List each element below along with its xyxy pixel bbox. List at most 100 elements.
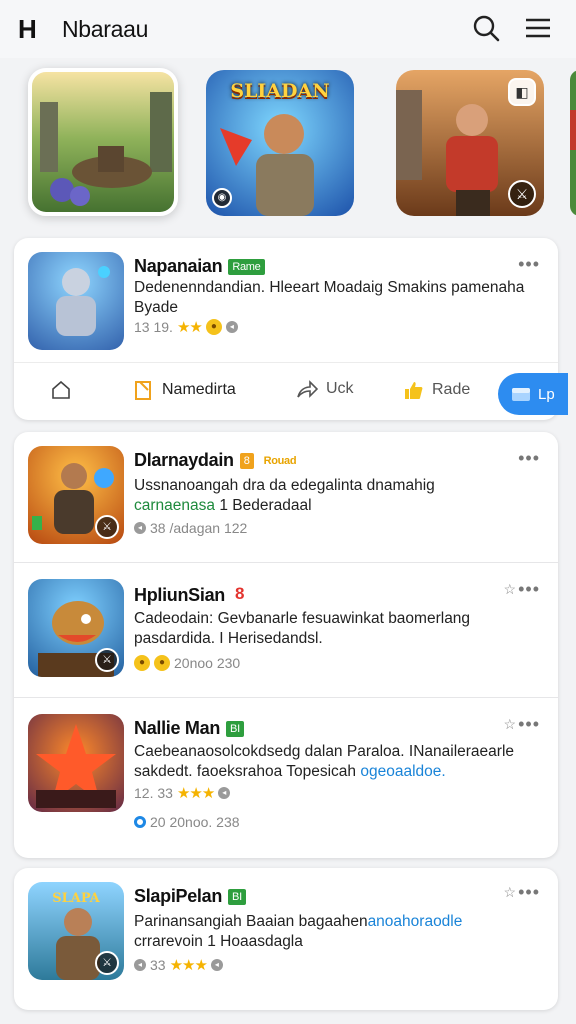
meta-text: 38 /adagan 122 — [150, 520, 248, 536]
desc-highlight: carnaenasa — [134, 497, 216, 514]
info-icon: ◂ — [134, 522, 146, 534]
package-icon — [512, 388, 530, 401]
meta-text: 12. 33 — [134, 785, 173, 801]
app-logo[interactable]: H — [18, 14, 37, 45]
hero-card-partial[interactable] — [570, 70, 576, 216]
app-name[interactable]: Nallie Man BI — [134, 718, 244, 739]
action-bar: Namedirta Uck Rade Lp — [14, 362, 568, 420]
app-name[interactable]: HpliunSian 8 — [134, 585, 248, 606]
app-thumbnail[interactable]: SLAPA ⚔ — [28, 882, 124, 980]
featured-app-card[interactable]: Napanaian Rame Dedenenndandian. Hleeart M… — [14, 238, 568, 420]
app-name[interactable]: SlapiPelan BI — [134, 886, 246, 907]
share-action[interactable]: Uck — [296, 379, 354, 399]
desc-line-2: pasdardida. I Herisedandsl. — [134, 630, 323, 647]
more-icon[interactable]: ••• — [518, 579, 540, 600]
edit-note-icon — [135, 381, 151, 400]
info-icon: ◂ — [134, 959, 146, 971]
name-action[interactable]: Namedirta — [134, 379, 236, 401]
app-tag-label: Rouad — [263, 455, 297, 467]
app-description: Dedenenndandian. Hleeart Moadaig Smakins… — [134, 279, 525, 316]
app-tag: 8 — [239, 453, 254, 469]
favorite-icon[interactable]: ☆ — [503, 581, 516, 598]
emoji-icon: ● — [154, 655, 170, 671]
hero-title: SLIADAN — [230, 80, 330, 102]
app-thumbnail[interactable]: ⚔ — [28, 446, 124, 544]
desc-line: Parinansangiah Baaian bagaahen — [134, 913, 368, 930]
game-badge-icon: ⚔ — [95, 951, 119, 975]
status-icon — [134, 816, 146, 828]
top-bar: H Nbaraau — [0, 0, 576, 58]
home-icon — [52, 380, 70, 399]
thumbs-up-icon — [405, 382, 423, 399]
rating-stars: ★★★ — [169, 957, 208, 974]
desc-line: Caebeanaosolcokdsedg dalan Paraloa. INan… — [134, 743, 515, 760]
rating-stars: ★★★ — [176, 785, 215, 802]
emoji-icon: ● — [134, 655, 150, 671]
emoji-icon: ● — [205, 319, 222, 335]
app-tag: BI — [228, 889, 246, 905]
app-description: Ussnanoangah dra da edegalinta dnamahig … — [134, 476, 534, 516]
app-name[interactable]: Napanaian Rame — [134, 256, 265, 277]
app-name-text: Dlarnaydain — [134, 450, 234, 470]
name-action-label: Namedirta — [162, 381, 236, 398]
app-name-text: SlapiPelan — [134, 886, 223, 906]
hero-card-fantasy-landscape[interactable] — [28, 68, 178, 216]
app-card[interactable]: SLAPA ⚔ SlapiPelan BI Parinansangiah Baai… — [14, 868, 558, 1010]
game-badge-icon: ◉ — [212, 188, 232, 208]
info-icon: ◂ — [218, 787, 231, 799]
meta-text: 20 20noo. 238 — [150, 814, 240, 830]
svg-text:SLAPA: SLAPA — [52, 891, 100, 906]
hero-card-warrior[interactable]: SLIADAN ◉ — [206, 70, 354, 216]
primary-action-button[interactable]: Lp — [498, 373, 568, 415]
app-thumbnail[interactable]: ⚔ — [28, 579, 124, 677]
favorite-icon[interactable]: ☆ — [503, 884, 516, 901]
hero-card-red-warrior[interactable]: ◧ ⚔ — [396, 70, 544, 216]
list-item[interactable]: ⚔ Dlarnaydain 8 Rouad Ussnanoangah dra da … — [14, 432, 558, 562]
info-icon: ◂ — [225, 321, 238, 333]
app-meta: ● ● 20noo 230 — [134, 655, 240, 671]
meta-text: 33 — [150, 957, 166, 973]
game-badge-icon: ⚔ — [95, 648, 119, 672]
app-thumbnail[interactable] — [28, 252, 124, 350]
share-action-label: Uck — [326, 380, 354, 397]
app-name[interactable]: Dlarnaydain 8 Rouad — [134, 450, 300, 471]
app-thumbnail[interactable] — [28, 714, 124, 812]
info-icon: ◂ — [210, 959, 223, 971]
desc-tail: 1 Bederadaal — [215, 497, 312, 514]
desc-link[interactable]: ogeoaaldoe. — [360, 763, 445, 780]
more-icon[interactable]: ••• — [518, 714, 540, 735]
search-icon[interactable] — [470, 12, 502, 44]
more-icon[interactable]: ••• — [518, 254, 540, 275]
app-tag: Rame — [228, 259, 265, 275]
more-icon[interactable]: ••• — [518, 448, 540, 469]
app-title: Nbaraau — [62, 16, 149, 42]
app-tag: 8 — [235, 584, 245, 603]
app-description: Caebeanaosolcokdsedg dalan Paraloa. INan… — [134, 742, 534, 782]
list-item[interactable]: Nallie Man BI Caebeanaosolcokdsedg dalan … — [14, 698, 558, 858]
corner-icon: ◧ — [508, 78, 536, 106]
desc-line-2: sakdedt. faoeksrahoa Topesicah — [134, 763, 357, 780]
hero-carousel[interactable]: SLIADAN ◉ ◧ ⚔ — [0, 66, 576, 226]
app-meta-2: 20 20noo. 238 — [134, 814, 240, 830]
app-name-text: Napanaian — [134, 256, 223, 276]
meta-text: 13 19. — [134, 319, 173, 335]
app-description: Cadeodain: Gevbanarle fesuawinkat baomer… — [134, 609, 534, 649]
more-icon[interactable]: ••• — [518, 882, 540, 903]
app-tag: BI — [226, 721, 244, 737]
menu-icon[interactable] — [522, 12, 554, 44]
desc-line: Cadeodain: Gevbanarle fesuawinkat baomer… — [134, 610, 471, 627]
app-name-text: HpliunSian — [134, 585, 225, 605]
desc-line: Ussnanoangah dra da edegalinta dnamahig — [134, 477, 435, 494]
rate-action[interactable]: Rade — [402, 379, 470, 401]
favorite-icon[interactable]: ☆ — [503, 716, 516, 733]
app-description: Parinansangiah Baaian bagaahenanoahoraod… — [134, 912, 534, 952]
rate-action-label: Rade — [432, 381, 471, 398]
app-meta: ◂ 38 /adagan 122 — [134, 520, 247, 536]
app-meta: 13 19. ★★ ● ◂ — [134, 318, 238, 336]
primary-action-label: Lp — [538, 385, 555, 403]
share-icon — [297, 380, 318, 398]
list-item[interactable]: ⚔ HpliunSian 8 Cadeodain: Gevbanarle fesu… — [14, 563, 558, 697]
rating-stars: ★★ — [176, 319, 203, 336]
desc-link[interactable]: anoahoraodle — [368, 913, 463, 930]
home-action[interactable] — [50, 379, 72, 401]
